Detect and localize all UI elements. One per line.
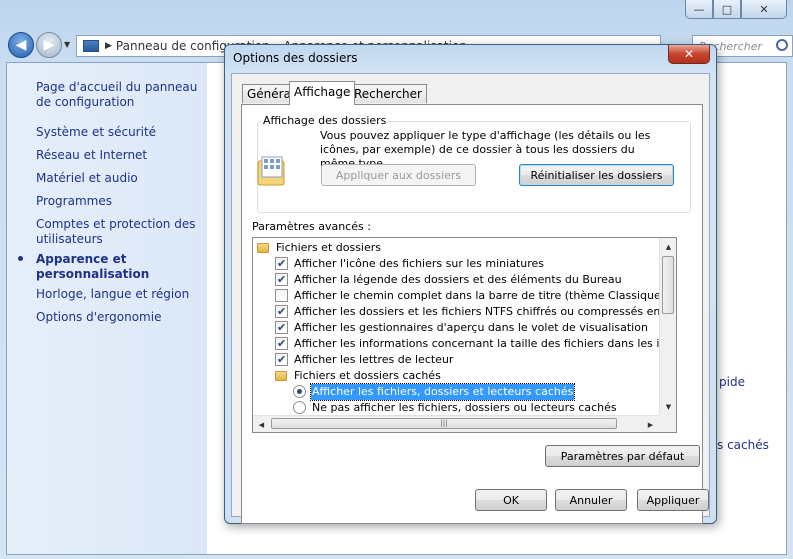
forward-button[interactable]: ▶ [36, 32, 62, 58]
tree-option[interactable]: Afficher les informations concernant la … [253, 336, 676, 352]
radio-button[interactable] [293, 385, 306, 398]
tree-row-label: Ne pas afficher les fichiers, dossiers o… [312, 401, 617, 414]
tree-category: Fichiers et dossiers cachés [253, 368, 659, 384]
dialog-body: Général Affichage Rechercher Affichage d… [231, 73, 710, 524]
close-button[interactable]: ✕ [741, 0, 787, 19]
minimize-button[interactable]: — [685, 0, 713, 19]
checkbox[interactable] [275, 289, 288, 302]
dialog-title: Options des dossiers [233, 51, 358, 65]
tab-search[interactable]: Rechercher [349, 84, 427, 103]
maximize-button[interactable]: □ [713, 0, 741, 19]
folder-view-icon [257, 156, 285, 186]
sidebar: Page d'accueil du panneau de configurati… [7, 63, 207, 554]
tree-option[interactable]: Ne pas afficher les fichiers, dossiers o… [253, 400, 659, 416]
scrollbar-corner [659, 415, 676, 432]
tree-row-label: Afficher les lettres de lecteur [294, 353, 454, 366]
scroll-right-icon[interactable]: ▶ [642, 416, 659, 432]
tree-row-label: Afficher le chemin complet dans la barre… [294, 289, 676, 302]
tree-option[interactable]: Afficher la légende des dossiers et des … [253, 272, 659, 288]
search-icon [776, 39, 788, 51]
tree-option[interactable]: Afficher les dossiers et les fichiers NT… [253, 304, 676, 320]
checkbox[interactable] [275, 304, 288, 320]
scroll-left-icon[interactable]: ◀ [253, 416, 270, 432]
tab-view[interactable]: Affichage [289, 81, 356, 105]
horizontal-scroll-thumb[interactable]: ||| [271, 418, 617, 429]
tree-option[interactable]: Afficher les lettres de lecteur [253, 352, 659, 368]
folder-views-group-title: Affichage des dossiers [261, 114, 389, 127]
tree-row-label: Afficher les gestionnaires d'aperçu dans… [294, 321, 648, 334]
view-tab-panel: Affichage des dossiers Vous pouvez appli… [241, 104, 703, 524]
tree-option[interactable]: Afficher le chemin complet dans la barre… [253, 288, 676, 304]
checkbox[interactable] [275, 336, 288, 352]
reset-folders-button[interactable]: Réinitialiser les dossiers [519, 164, 674, 186]
checkbox[interactable] [275, 272, 288, 288]
folder-options-dialog: Options des dossiers ✕ Général Affichage… [224, 44, 717, 524]
sidebar-item-control-panel-home[interactable]: Page d'accueil du panneau de configurati… [36, 80, 204, 110]
tree-row-label: Afficher l'icône des fichiers sur les mi… [294, 257, 544, 270]
checkbox[interactable] [275, 352, 288, 368]
tree-row-label: Afficher la légende des dossiers et des … [294, 273, 622, 286]
sidebar-item-hardware-sound[interactable]: Matériel et audio [36, 171, 204, 186]
active-bullet-icon [18, 256, 23, 261]
tree-option[interactable]: Afficher les fichiers, dossiers et lecte… [253, 383, 659, 401]
forward-arrow-icon: ▶ [43, 37, 55, 53]
radio-button[interactable] [293, 401, 306, 414]
horizontal-scrollbar[interactable]: ◀ ||| ▶ [253, 415, 659, 432]
folder-icon [275, 371, 287, 381]
scroll-down-icon[interactable]: ▼ [660, 398, 676, 415]
advanced-settings-label: Paramètres avancés : [252, 220, 371, 233]
apply-button[interactable]: Appliquer [637, 489, 709, 511]
checkbox[interactable] [275, 320, 288, 336]
sidebar-item-system-security[interactable]: Système et sécurité [36, 125, 204, 140]
sidebar-item-appearance[interactable]: Apparence et personnalisation [36, 252, 204, 282]
sidebar-item-user-accounts[interactable]: Comptes et protection des utilisateurs [36, 217, 204, 247]
tree-row-label: Fichiers et dossiers [276, 241, 382, 254]
recent-pages-dropdown-icon[interactable]: ▼ [64, 40, 70, 49]
sidebar-item-ease-of-access[interactable]: Options d'ergonomie [36, 310, 204, 325]
background-link-2[interactable]: s cachés [717, 438, 769, 452]
advanced-settings-tree: Fichiers et dossiers Afficher l'icône des… [252, 237, 677, 433]
tree-row-label: Afficher les dossiers et les fichiers NT… [294, 305, 677, 318]
tree-category: Fichiers et dossiers [253, 240, 659, 256]
vertical-scroll-thumb[interactable] [662, 256, 674, 314]
caption-buttons: — □ ✕ [685, 0, 787, 20]
tree-row-label: Fichiers et dossiers cachés [294, 369, 441, 382]
breadcrumb-chevron-icon[interactable]: ▶ [105, 41, 112, 51]
back-arrow-icon: ◀ [15, 37, 27, 53]
tree-option[interactable]: Afficher l'icône des fichiers sur les mi… [253, 256, 659, 272]
apply-to-folders-button[interactable]: Appliquer aux dossiers [321, 164, 476, 186]
folder-icon [257, 243, 269, 253]
sidebar-item-clock-language-region[interactable]: Horloge, langue et région [36, 287, 204, 302]
ok-button[interactable]: OK [475, 489, 547, 511]
scroll-up-icon[interactable]: ▲ [660, 238, 676, 255]
tree-row-label: Afficher les informations concernant la … [294, 337, 676, 350]
tree-row-label: Afficher les fichiers, dossiers et lecte… [309, 383, 576, 401]
sidebar-item-network-internet[interactable]: Réseau et Internet [36, 148, 204, 163]
sidebar-item-programs[interactable]: Programmes [36, 194, 204, 209]
vertical-scrollbar[interactable]: ▲ ▼ [659, 238, 676, 415]
tree-option[interactable]: Afficher les gestionnaires d'aperçu dans… [253, 320, 659, 336]
checkbox[interactable] [275, 256, 288, 272]
control-panel-icon [83, 40, 99, 52]
background-link-1[interactable]: pide [719, 375, 745, 389]
dialog-close-button[interactable]: ✕ [668, 45, 710, 64]
restore-defaults-button[interactable]: Paramètres par défaut [545, 445, 700, 467]
cancel-button[interactable]: Annuler [555, 489, 627, 511]
back-button[interactable]: ◀ [8, 32, 34, 58]
